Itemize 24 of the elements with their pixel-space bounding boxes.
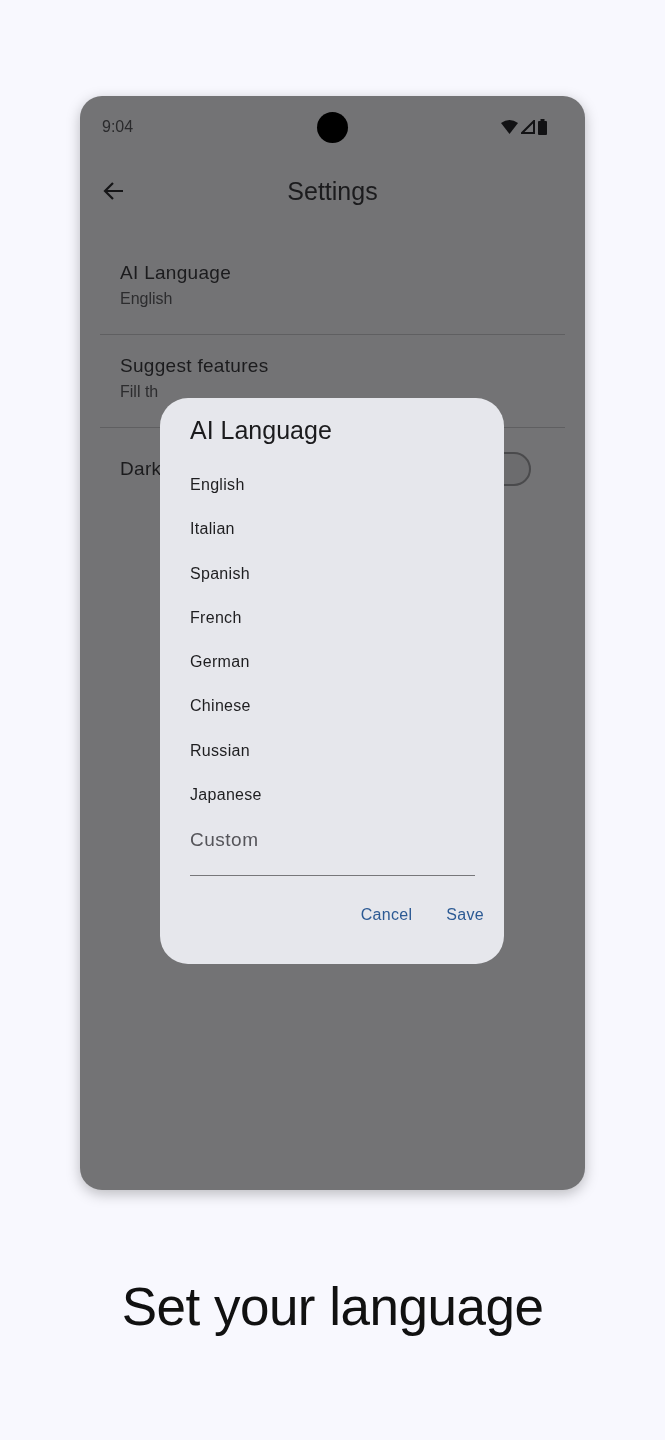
setting-subtitle: English bbox=[120, 290, 174, 308]
signal-icon bbox=[521, 120, 535, 134]
language-option[interactable]: English bbox=[190, 463, 474, 508]
save-button[interactable]: Save bbox=[436, 895, 494, 934]
dialog-title: AI Language bbox=[190, 415, 332, 446]
camera-cutout bbox=[317, 112, 348, 143]
language-option[interactable]: German bbox=[190, 640, 474, 685]
status-time: 9:04 bbox=[102, 118, 134, 136]
setting-title: AI Language bbox=[120, 262, 233, 284]
language-option[interactable]: Japanese bbox=[190, 772, 474, 817]
wifi-icon bbox=[501, 120, 518, 134]
setting-subtitle: Fill th bbox=[120, 383, 160, 401]
cancel-button[interactable]: Cancel bbox=[350, 895, 423, 934]
setting-title: Dark bbox=[120, 458, 162, 480]
language-option[interactable]: Russian bbox=[190, 728, 474, 773]
screen-title: Settings bbox=[287, 176, 378, 205]
custom-language-field[interactable]: Custom bbox=[190, 817, 475, 876]
language-option[interactable]: French bbox=[190, 595, 474, 640]
language-option[interactable]: Chinese bbox=[190, 684, 474, 729]
setting-title: Suggest features bbox=[120, 355, 270, 377]
language-option[interactable]: Italian bbox=[190, 507, 474, 552]
language-option[interactable]: Spanish bbox=[190, 551, 474, 596]
caption-text: Set your language bbox=[121, 1276, 544, 1337]
battery-icon bbox=[538, 119, 547, 135]
